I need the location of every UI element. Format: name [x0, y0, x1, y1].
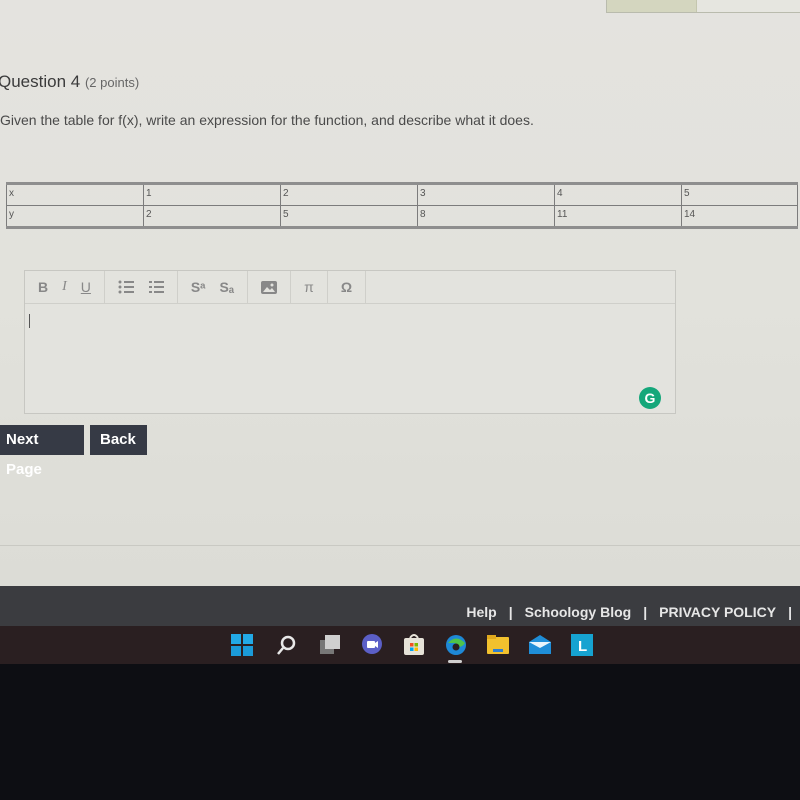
math-group: π [291, 271, 328, 303]
grammarly-icon[interactable]: G [639, 387, 661, 409]
footer-separator: | [788, 604, 792, 620]
edge-icon[interactable] [444, 634, 468, 656]
table-cell: 8 [417, 205, 555, 228]
editor-toolbar: B I U Sᵃ Sₐ π Ω [25, 271, 675, 304]
underline-button[interactable]: U [74, 279, 98, 295]
answer-editor: B I U Sᵃ Sₐ π Ω G [24, 270, 676, 414]
privacy-policy-link[interactable]: PRIVACY POLICY [659, 604, 776, 620]
function-table: x 1 2 3 4 5 y 2 5 8 11 14 [6, 182, 798, 229]
answer-textarea[interactable]: G [25, 304, 675, 413]
task-view-icon[interactable] [318, 634, 342, 656]
symbol-group: Ω [328, 271, 367, 303]
teams-chat-icon[interactable] [360, 634, 384, 656]
table-cell: 5 [280, 205, 418, 228]
back-button[interactable]: Back [90, 425, 147, 455]
next-page-button[interactable]: Next Page [0, 425, 84, 478]
numbered-list-icon [148, 281, 164, 293]
image-icon [261, 280, 278, 294]
table-cell: 2 [143, 205, 281, 228]
table-cell: 14 [681, 205, 798, 228]
progress-bar-fill [607, 0, 698, 12]
search-icon[interactable] [274, 634, 298, 656]
table-row-label: x [6, 183, 144, 206]
site-footer: Help | Schoology Blog | PRIVACY POLICY | [0, 586, 800, 630]
question-number: Question 4 [0, 72, 81, 91]
format-group: B I U [25, 271, 105, 303]
italic-button[interactable]: I [55, 279, 74, 295]
question-points: (2 points) [84, 75, 140, 90]
question-prompt: Given the table for f(x), write an expre… [0, 112, 534, 128]
schoology-blog-link[interactable]: Schoology Blog [525, 604, 632, 620]
help-link[interactable]: Help [466, 604, 496, 620]
table-cell: 5 [681, 183, 798, 206]
insert-image-button[interactable] [254, 280, 284, 294]
monitor-bezel [0, 664, 800, 800]
table-row-x: x 1 2 3 4 5 [6, 183, 798, 206]
insert-symbol-button[interactable]: Ω [334, 279, 359, 295]
table-cell: 4 [554, 183, 682, 206]
launcher-l-icon[interactable]: L [570, 634, 594, 656]
bulleted-list-button[interactable] [111, 280, 141, 294]
bold-button[interactable]: B [31, 279, 55, 295]
windows-taskbar: L [0, 626, 800, 664]
numbered-list-button[interactable] [141, 280, 171, 294]
assessment-page: Question 4 (2 points) Given the table fo… [0, 0, 800, 586]
superscript-button[interactable]: Sᵃ [184, 279, 213, 295]
active-app-indicator [448, 660, 462, 663]
table-cell: 2 [280, 183, 418, 206]
table-cell: 3 [417, 183, 555, 206]
footer-links: Help | Schoology Blog | PRIVACY POLICY | [466, 604, 792, 620]
svg-text:L: L [578, 638, 587, 655]
script-group: Sᵃ Sₐ [178, 271, 249, 303]
file-explorer-icon[interactable] [486, 634, 510, 656]
subscript-button[interactable]: Sₐ [213, 279, 242, 295]
divider [0, 545, 800, 546]
table-cell: 11 [554, 205, 682, 228]
microsoft-store-icon[interactable] [402, 634, 426, 656]
footer-separator: | [508, 604, 513, 620]
table-cell: 1 [143, 183, 281, 206]
windows-start-icon[interactable] [230, 634, 254, 656]
image-group [248, 271, 292, 303]
mail-icon[interactable] [528, 634, 552, 656]
question-title: Question 4 (2 points) [0, 72, 139, 92]
footer-separator: | [643, 604, 648, 620]
table-row-y: y 2 5 8 11 14 [6, 205, 798, 228]
bulleted-list-icon [118, 280, 134, 294]
table-row-label: y [6, 205, 144, 228]
text-caret [29, 314, 30, 328]
insert-math-button[interactable]: π [297, 279, 321, 295]
list-group [105, 271, 178, 303]
progress-bar [606, 0, 800, 13]
